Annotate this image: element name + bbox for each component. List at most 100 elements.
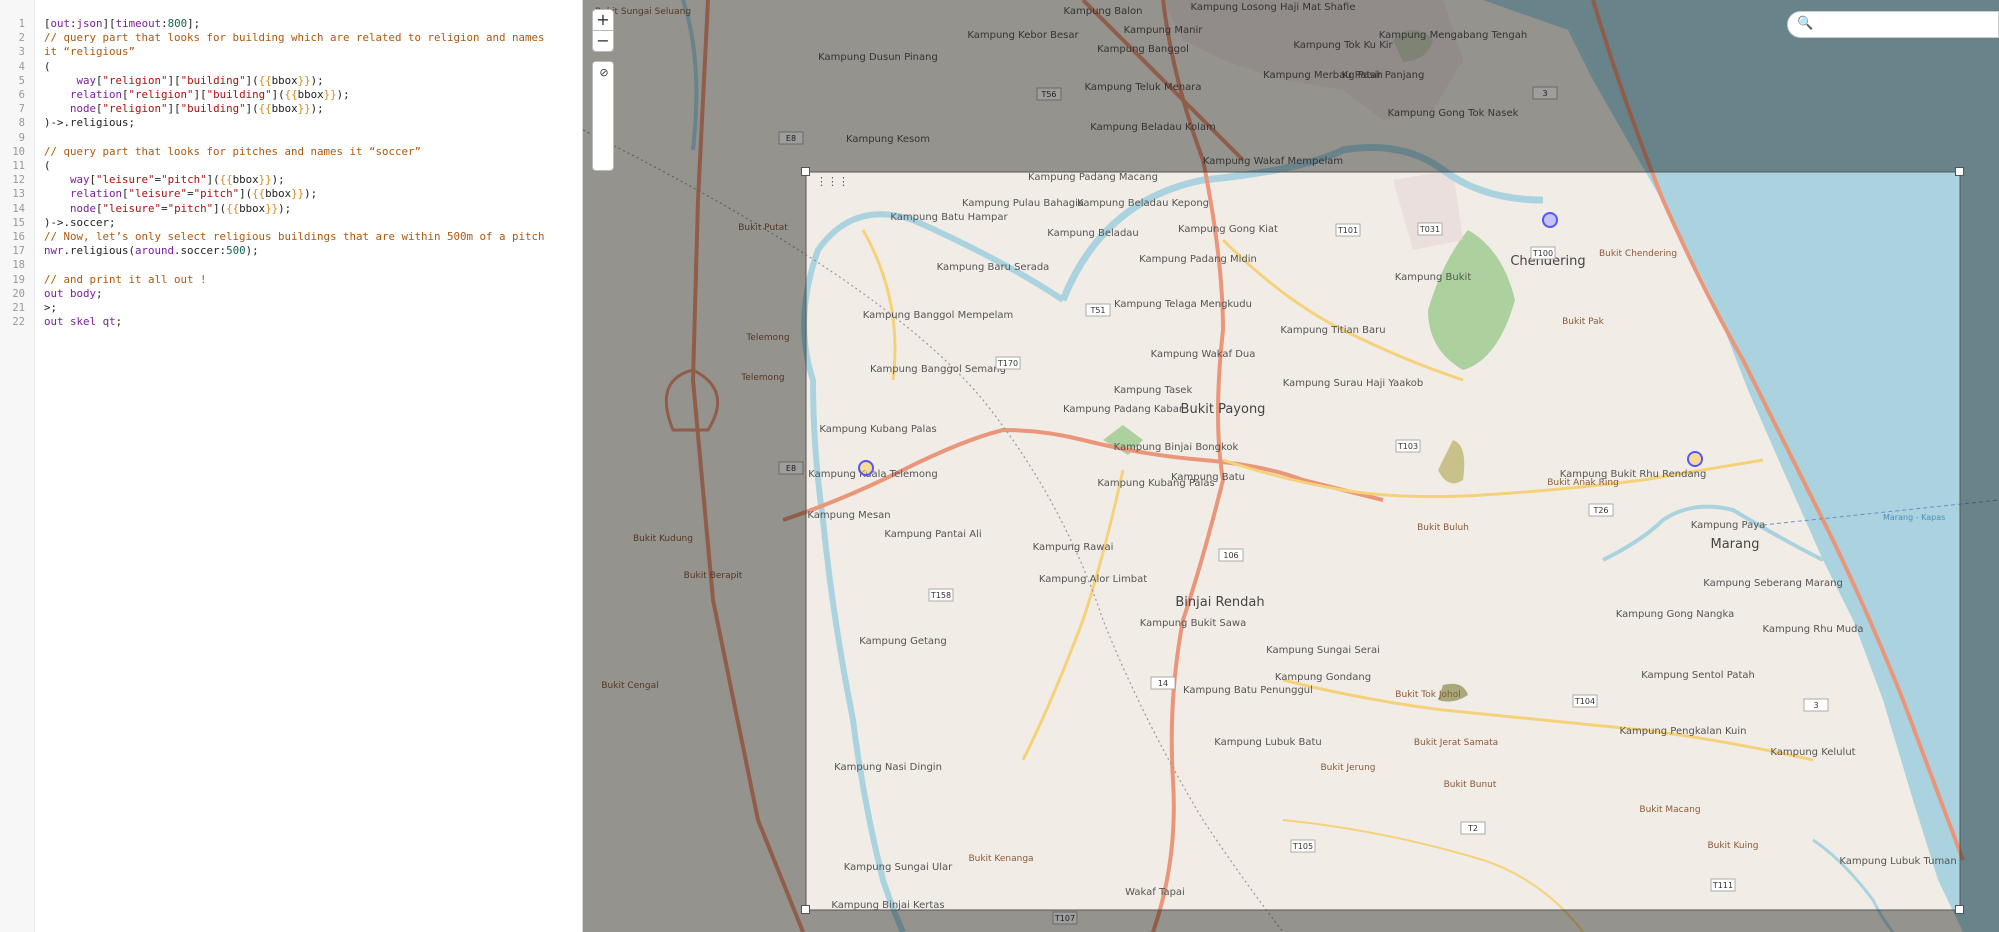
place-label: Kampung Padang Macang <box>1028 172 1158 183</box>
result-marker[interactable] <box>858 460 874 476</box>
road-ref-label: T158 <box>930 591 951 600</box>
map-view[interactable]: Bukit Sungai Seluang Kampung Balon Kampung… <box>583 0 1999 932</box>
road-ref-shield: 106 <box>1218 548 1244 562</box>
code-line[interactable]: out body; <box>44 287 103 301</box>
code-token: ][ <box>102 17 116 30</box>
selection-handle-tl[interactable] <box>801 167 810 176</box>
selection-handle-bl[interactable] <box>801 905 810 914</box>
road-ref-label: T111 <box>1712 881 1733 890</box>
code-line[interactable]: relation["religion"]["building"]({{bbox}… <box>44 88 350 102</box>
code-line[interactable]: relation["leisure"="pitch"]({{bbox}}); <box>44 187 317 201</box>
place-label: Kampung Telaga Mengkudu <box>1114 299 1252 310</box>
code-token: ); <box>310 102 324 116</box>
code-token: "religion" <box>102 102 168 116</box>
line-number: 4 <box>18 60 25 73</box>
code-token: .soccer: <box>174 244 227 258</box>
place-label: Bukit Payong <box>1181 402 1266 417</box>
map-search-box[interactable]: 🔍 <box>1787 11 1999 38</box>
map-canvas[interactable]: Bukit Sungai Seluang Kampung Balon Kampung… <box>583 0 1999 932</box>
code-editor[interactable]: 1 2 3 4 5 6 7 8 9 10 11 12 13 14 15 16 17 18 19 20 21 22 [out… <box>0 0 583 932</box>
place-label: Kampung Sentol Patah <box>1641 670 1755 681</box>
place-label: Bukit Chendering <box>1599 249 1677 259</box>
road-ref-shield: T26 <box>1588 503 1614 517</box>
code-line[interactable]: ( <box>44 60 51 74</box>
code-token: node <box>70 102 97 116</box>
code-line[interactable]: // query part that looks for building wh… <box>44 31 545 45</box>
code-line[interactable]: node["leisure"="pitch"]({{bbox}}); <box>44 202 291 216</box>
code-token: // query part that looks for building wh… <box>44 31 545 45</box>
code-token: {{ <box>252 187 266 201</box>
code-token: ); <box>278 201 292 215</box>
code-line[interactable]: // Now, let’s only select religious buil… <box>44 230 545 244</box>
line-number: 14 <box>12 202 25 215</box>
place-label: Kampung Bukit <box>1395 272 1472 283</box>
code-token: }} <box>297 73 311 87</box>
result-marker[interactable] <box>1542 212 1558 228</box>
road-ref-shield: T031 <box>1417 222 1443 236</box>
place-label: Kampung Baru Serada <box>937 262 1050 273</box>
place-label: Kampung Pulau Bahagia <box>962 198 1084 209</box>
code-line[interactable]: // query part that looks for pitches and… <box>44 145 421 159</box>
road-ref-label: 3 <box>1813 701 1818 710</box>
code-token: ); <box>271 173 285 187</box>
drag-grip-icon[interactable]: ⋮⋮⋮ <box>816 176 849 187</box>
code-token: nwr <box>44 244 64 258</box>
code-token: ); <box>336 88 350 101</box>
map-search-input[interactable] <box>1816 16 1996 34</box>
code-line[interactable]: out skel qt; <box>44 315 122 329</box>
code-line[interactable]: )->.religious; <box>44 116 135 130</box>
code-token: )->.religious; <box>44 116 136 130</box>
search-icon: 🔍 <box>1797 16 1814 31</box>
code-token: }} <box>323 88 337 101</box>
place-label: Kampung Rhu Muda <box>1762 624 1863 635</box>
code-line[interactable]: // and print it all out ! <box>44 273 207 287</box>
road-ref-shield: T51 <box>1085 303 1111 317</box>
code-token: "pitch" <box>193 187 240 201</box>
code-token: "religion" <box>102 73 168 87</box>
place-label: Kampung Padang Midin <box>1139 254 1257 265</box>
place-label: Kampung Wakaf Dua <box>1151 349 1256 360</box>
code-token: ]( <box>239 187 253 201</box>
zoom-out-button[interactable]: − <box>592 30 614 52</box>
code-line[interactable]: )->.soccer; <box>44 216 116 230</box>
code-line[interactable]: node["religion"]["building"]({{bbox}}); <box>44 102 324 116</box>
result-marker[interactable] <box>1687 451 1703 467</box>
code-line[interactable]: way["leisure"="pitch"]({{bbox}}); <box>44 173 285 187</box>
code-token: node <box>70 201 97 215</box>
road-ref-shield: T158 <box>928 588 954 602</box>
zoom-in-button[interactable]: + <box>592 9 614 31</box>
code-line[interactable]: [out:json][timeout:800]; <box>44 17 200 31</box>
code-line[interactable]: ( <box>44 159 51 173</box>
code-token: "leisure" <box>96 173 155 187</box>
road-secondary <box>1282 678 1814 762</box>
code-line[interactable]: it “religious” <box>44 45 135 59</box>
place-label: Kampung Batu Penunggul <box>1183 685 1313 696</box>
code-line[interactable]: nwr.religious(around.soccer:500); <box>44 244 259 258</box>
code-token: "building" <box>180 73 246 87</box>
code-token: {{ <box>258 73 272 87</box>
selection-handle-tr[interactable] <box>1955 167 1964 176</box>
place-label: Kampung Batu Hampar <box>890 212 1008 223</box>
code-token: it “religious” <box>44 45 136 59</box>
no-entry-icon[interactable]: ⊘ <box>593 62 613 84</box>
code-line[interactable]: way["religion"]["building"]({{bbox}}); <box>44 74 324 88</box>
place-label: Kampung Mesan <box>807 510 890 521</box>
code-token: {{ <box>258 102 272 116</box>
road-ref-shield: T111 <box>1710 878 1736 892</box>
code-token: ( <box>44 159 51 172</box>
code-token: // query part that looks for pitches and… <box>44 144 422 158</box>
place-label: Bukit Kuing <box>1707 841 1758 851</box>
code-token: ]( <box>206 173 220 187</box>
road-ref-shield: T170 <box>995 356 1021 370</box>
code-token: ]( <box>245 73 259 87</box>
code-token: "pitch" <box>167 201 214 215</box>
code-line[interactable]: >; <box>44 301 57 315</box>
selection-handle-br[interactable] <box>1955 905 1964 914</box>
line-number: 15 <box>12 216 25 229</box>
road-ref-label: T101 <box>1337 226 1358 235</box>
code-token: ]( <box>271 88 285 101</box>
place-label: Bukit Kenanga <box>968 854 1033 864</box>
